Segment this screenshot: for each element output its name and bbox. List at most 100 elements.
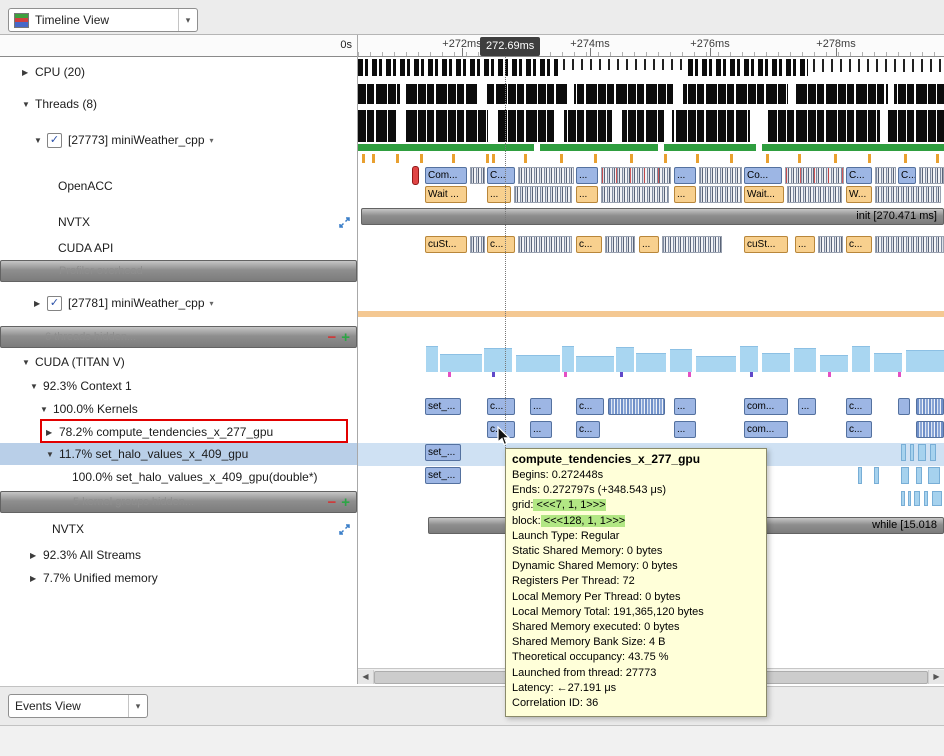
tree-row-kernels[interactable]: ▼100.0% Kernels bbox=[0, 398, 357, 420]
tree-row-set-halo[interactable]: ▼11.7% set_halo_values_x_409_gpu bbox=[0, 443, 357, 465]
timeline-event[interactable]: ... bbox=[798, 398, 816, 415]
tree-row-thread-27781[interactable]: ▶✓[27781] miniWeather_cpp▾ bbox=[0, 292, 357, 314]
timeline-event[interactable]: init [270.471 ms] bbox=[361, 208, 944, 225]
tree-row-compute-tendencies[interactable]: ▶78.2% compute_tendencies_x_277_gpu bbox=[0, 421, 357, 443]
expander-icon[interactable]: ▼ bbox=[22, 358, 35, 367]
timeline-event[interactable]: c... bbox=[846, 236, 872, 253]
remove-filter-icon[interactable]: − bbox=[327, 496, 336, 509]
expander-icon[interactable]: ▶ bbox=[30, 551, 43, 560]
timeline-lblue-segment[interactable] bbox=[914, 491, 920, 506]
timeline-event[interactable]: ... bbox=[795, 236, 815, 253]
tree-row-set-halo-fn[interactable]: 100.0% set_halo_values_x_409_gpu(double*… bbox=[0, 466, 357, 488]
timeline-event[interactable]: c... bbox=[846, 421, 872, 438]
timeline-lblue-segment[interactable] bbox=[901, 491, 905, 506]
expander-icon[interactable]: ▼ bbox=[34, 136, 47, 145]
timeline-event[interactable]: set_... bbox=[425, 467, 461, 484]
timeline-event[interactable]: W... bbox=[846, 186, 872, 203]
timeline-event[interactable]: Co... bbox=[744, 167, 782, 184]
timeline-event[interactable]: c... bbox=[576, 236, 602, 253]
scroll-left-button[interactable]: ◀ bbox=[358, 670, 374, 684]
timeline-event[interactable]: cuSt... bbox=[744, 236, 788, 253]
timeline-event[interactable]: c... bbox=[846, 398, 872, 415]
expander-icon[interactable]: ▶ bbox=[34, 299, 47, 308]
tree-row-nvtx-cuda[interactable]: NVTX bbox=[0, 518, 357, 540]
timeline-event[interactable]: Wait... bbox=[744, 186, 784, 203]
row-checkbox[interactable]: ✓ bbox=[47, 296, 62, 311]
tree-row-cuda-api[interactable]: CUDA API bbox=[0, 237, 357, 259]
timeline-event[interactable]: C... bbox=[487, 167, 515, 184]
expander-icon[interactable]: ▶ bbox=[30, 574, 43, 583]
add-filter-icon[interactable]: + bbox=[341, 496, 350, 509]
chevron-down-icon[interactable]: ▾ bbox=[178, 9, 197, 31]
scroll-right-button[interactable]: ▶ bbox=[928, 670, 944, 684]
tree-row-kernel-groups-hidden[interactable]: 5 kernel groups hidden...−+ bbox=[0, 491, 357, 513]
timeline-lblue-segment[interactable] bbox=[916, 467, 922, 484]
expander-icon[interactable]: ▼ bbox=[46, 450, 59, 459]
tree-row-openacc[interactable]: OpenACC bbox=[0, 175, 357, 197]
events-view-dropdown[interactable]: Events View ▾ bbox=[8, 694, 148, 718]
chevron-down-icon[interactable]: ▾ bbox=[128, 695, 147, 717]
row-checkbox[interactable]: ✓ bbox=[47, 133, 62, 148]
tree-row-threads-hidden[interactable]: 6 threads hidden...−+ bbox=[0, 326, 357, 348]
timeline-event[interactable]: c... bbox=[576, 398, 604, 415]
expander-icon[interactable]: ▼ bbox=[22, 100, 35, 109]
timeline-event[interactable]: ... bbox=[674, 167, 696, 184]
tree-row-profiler-overhead[interactable]: Profiler overhead bbox=[0, 260, 357, 282]
timeline-event[interactable]: c... bbox=[487, 236, 515, 253]
tree-row-context-1[interactable]: ▼92.3% Context 1 bbox=[0, 375, 357, 397]
timeline-ruler[interactable]: 0s +272ms+274ms+276ms+278ms bbox=[0, 35, 944, 57]
timeline-lblue-segment[interactable] bbox=[930, 444, 936, 461]
add-filter-icon[interactable]: + bbox=[341, 331, 350, 344]
tree-row-unified-memory[interactable]: ▶7.7% Unified memory bbox=[0, 567, 357, 589]
timeline-event[interactable]: set_... bbox=[425, 398, 461, 415]
timeline-event[interactable]: com... bbox=[744, 398, 788, 415]
timeline-event[interactable]: ... bbox=[674, 398, 696, 415]
timeline-event[interactable]: com... bbox=[744, 421, 788, 438]
timeline-lblue-segment[interactable] bbox=[924, 491, 928, 506]
timeline-event[interactable]: c... bbox=[576, 421, 600, 438]
timeline-event[interactable]: ... bbox=[639, 236, 659, 253]
tree-row-nvtx-thread[interactable]: NVTX bbox=[0, 211, 357, 233]
expander-icon[interactable]: ▶ bbox=[22, 68, 35, 77]
timeline-lblue-segment[interactable] bbox=[901, 444, 906, 461]
timeline-event[interactable]: ... bbox=[530, 398, 552, 415]
chevron-down-icon[interactable]: ▾ bbox=[210, 136, 214, 145]
timeline-lblue-segment[interactable] bbox=[858, 467, 862, 484]
tree-row-cpu[interactable]: ▶CPU (20) bbox=[0, 61, 357, 83]
expand-row-icon[interactable] bbox=[338, 216, 351, 229]
panel-divider[interactable] bbox=[357, 35, 358, 684]
timeline-event[interactable]: ... bbox=[530, 421, 552, 438]
timeline-blue-segment[interactable] bbox=[898, 398, 910, 415]
timeline-lblue-segment[interactable] bbox=[932, 491, 942, 506]
timeline-red-segment[interactable] bbox=[412, 166, 419, 185]
remove-filter-icon[interactable]: − bbox=[327, 331, 336, 344]
timeline-event[interactable]: C... bbox=[898, 167, 916, 184]
timeline-event[interactable]: C... bbox=[846, 167, 872, 184]
expander-icon[interactable]: ▶ bbox=[46, 428, 59, 437]
timeline-event[interactable]: set_... bbox=[425, 444, 461, 461]
tree-row-cuda-titan-v[interactable]: ▼CUDA (TITAN V) bbox=[0, 351, 357, 373]
timeline-event[interactable]: ... bbox=[576, 186, 598, 203]
timeline-lblue-segment[interactable] bbox=[874, 467, 879, 484]
timeline-event[interactable]: ... bbox=[487, 186, 511, 203]
chevron-down-icon[interactable]: ▾ bbox=[210, 299, 214, 308]
timeline-event[interactable]: ... bbox=[674, 186, 696, 203]
timeline-lblue-segment[interactable] bbox=[910, 444, 914, 461]
timeline-lblue-segment[interactable] bbox=[928, 467, 940, 484]
timeline-event[interactable]: ... bbox=[576, 167, 598, 184]
expander-icon[interactable]: ▼ bbox=[30, 382, 43, 391]
timeline-event[interactable]: Wait ... bbox=[425, 186, 467, 203]
timeline-view-dropdown[interactable]: Timeline View ▾ bbox=[8, 8, 198, 32]
timeline-lblue-segment[interactable] bbox=[901, 467, 909, 484]
tree-row-thread-27773[interactable]: ▼✓[27773] miniWeather_cpp▾ bbox=[0, 129, 357, 151]
timeline-lblue-segment[interactable] bbox=[908, 491, 911, 506]
expander-icon[interactable]: ▼ bbox=[40, 405, 53, 414]
timeline-event[interactable]: cuSt... bbox=[425, 236, 467, 253]
timeline-event[interactable]: ... bbox=[674, 421, 696, 438]
expand-row-icon[interactable] bbox=[338, 523, 351, 536]
tree-row-threads[interactable]: ▼Threads (8) bbox=[0, 93, 357, 115]
timeline-event[interactable]: c... bbox=[487, 398, 515, 415]
timeline-event[interactable]: c... bbox=[487, 421, 515, 438]
timeline-lblue-segment[interactable] bbox=[918, 444, 926, 461]
timeline-event[interactable]: Com... bbox=[425, 167, 467, 184]
